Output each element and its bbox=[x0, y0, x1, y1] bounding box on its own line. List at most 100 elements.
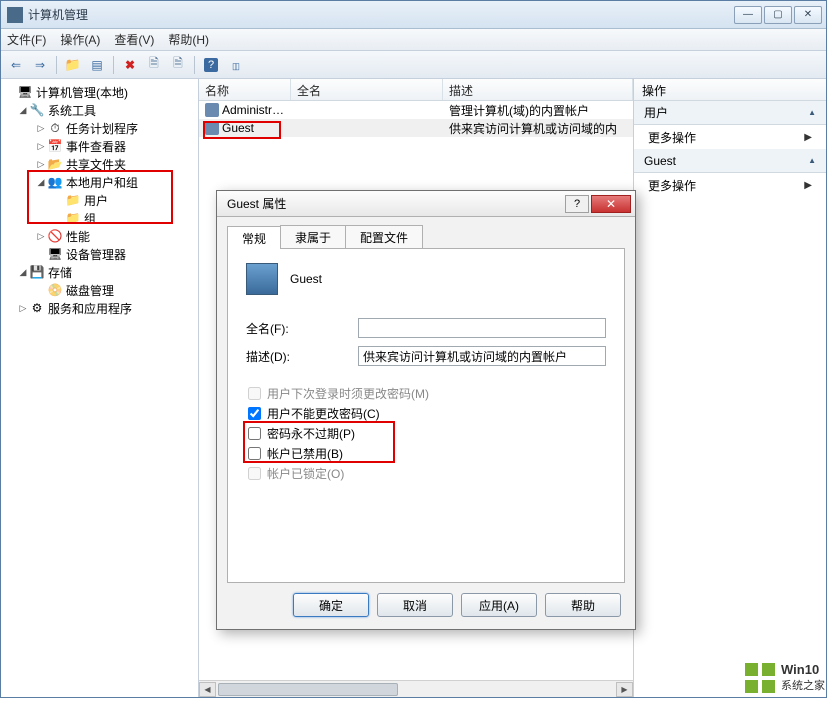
tree-label: 任务计划程序 bbox=[66, 120, 138, 137]
props-button[interactable] bbox=[86, 54, 108, 76]
user-icon bbox=[205, 103, 219, 117]
ok-button[interactable]: 确定 bbox=[293, 593, 369, 617]
dialog-titlebar: Guest 属性 ? ✕ bbox=[217, 191, 635, 217]
tree-label: 系统工具 bbox=[48, 102, 96, 119]
list-row-admin[interactable]: Administrat... 管理计算机(域)的内置帐户 bbox=[199, 101, 633, 119]
tree-perf[interactable]: ▷🚫性能 bbox=[3, 227, 196, 245]
menu-bar: 文件(F) 操作(A) 查看(V) 帮助(H) bbox=[1, 29, 826, 51]
checkbox[interactable] bbox=[248, 447, 261, 460]
menu-view[interactable]: 查看(V) bbox=[114, 31, 154, 48]
tree-systools[interactable]: ◢🔧系统工具 bbox=[3, 101, 196, 119]
actions-more-2[interactable]: 更多操作▶ bbox=[634, 173, 826, 197]
chk-must-change: 用户下次登录时须更改密码(M) bbox=[248, 383, 606, 403]
maximize-button[interactable]: ▢ bbox=[764, 6, 792, 24]
scroll-thumb[interactable] bbox=[218, 683, 398, 696]
dialog-title: Guest 属性 bbox=[227, 195, 565, 212]
up-button[interactable] bbox=[62, 54, 84, 76]
forward-button[interactable] bbox=[29, 54, 51, 76]
tree-services[interactable]: ▷⚙服务和应用程序 bbox=[3, 299, 196, 317]
h-scrollbar[interactable]: ◀ ▶ bbox=[199, 680, 633, 697]
back-button[interactable] bbox=[5, 54, 27, 76]
tree-label: 事件查看器 bbox=[66, 138, 126, 155]
apply-button[interactable]: 应用(A) bbox=[461, 593, 537, 617]
chk-label: 用户不能更改密码(C) bbox=[267, 405, 380, 422]
delete-icon bbox=[125, 58, 135, 72]
input-desc[interactable] bbox=[358, 346, 606, 366]
collapse-icon: ▲ bbox=[808, 156, 816, 165]
tree-devmgr[interactable]: 🖥设备管理器 bbox=[3, 245, 196, 263]
col-desc[interactable]: 描述 bbox=[443, 79, 633, 100]
columns-button[interactable] bbox=[224, 54, 246, 76]
list-icon bbox=[91, 58, 102, 72]
tree-tasksched[interactable]: ▷⏱任务计划程序 bbox=[3, 119, 196, 137]
actions-more-1[interactable]: 更多操作 ▶ bbox=[634, 125, 826, 149]
input-fullname[interactable] bbox=[358, 318, 606, 338]
col-fullname[interactable]: 全名 bbox=[291, 79, 443, 100]
help-button[interactable]: 帮助 bbox=[545, 593, 621, 617]
close-button[interactable]: ✕ bbox=[794, 6, 822, 24]
menu-file[interactable]: 文件(F) bbox=[7, 31, 46, 48]
tree-users[interactable]: 📁用户 bbox=[3, 191, 196, 209]
checkbox-group: 用户下次登录时须更改密码(M) 用户不能更改密码(C) 密码永不过期(P) 帐户… bbox=[246, 383, 606, 483]
tree-storage[interactable]: ◢💾存储 bbox=[3, 263, 196, 281]
tab-general[interactable]: 常规 bbox=[227, 226, 281, 249]
wm-line2: 系统之家 bbox=[781, 677, 825, 693]
watermark-text: Win10 系统之家 bbox=[781, 662, 825, 693]
label-fullname: 全名(F): bbox=[246, 320, 358, 337]
tree-shared[interactable]: ▷📂共享文件夹 bbox=[3, 155, 196, 173]
collapse-icon: ▲ bbox=[808, 108, 816, 117]
tree-label: 磁盘管理 bbox=[66, 282, 114, 299]
arrow-left-icon bbox=[11, 58, 21, 72]
separator bbox=[194, 56, 195, 74]
actions-group-guest[interactable]: Guest▲ bbox=[634, 149, 826, 173]
tree-eventviewer[interactable]: ▷📅事件查看器 bbox=[3, 137, 196, 155]
checkbox bbox=[248, 387, 261, 400]
chk-label: 密码永不过期(P) bbox=[267, 425, 355, 442]
user-icon bbox=[205, 121, 219, 135]
chk-cannot-change[interactable]: 用户不能更改密码(C) bbox=[248, 403, 606, 423]
cell-desc: 供来宾访问计算机或访问域的内 bbox=[443, 120, 633, 137]
actions-pane: 操作 用户▲ 更多操作▶ Guest▲ 更多操作▶ bbox=[633, 79, 826, 697]
user-avatar-icon bbox=[246, 263, 278, 295]
doc-button-2[interactable] bbox=[167, 54, 189, 76]
chk-never-expire[interactable]: 密码永不过期(P) bbox=[248, 423, 606, 443]
list-row-guest[interactable]: Guest 供来宾访问计算机或访问域的内 bbox=[199, 119, 633, 137]
dialog-close-button[interactable]: ✕ bbox=[591, 195, 631, 213]
tree-disk[interactable]: 📀磁盘管理 bbox=[3, 281, 196, 299]
tree-root[interactable]: 🖥计算机管理(本地) bbox=[3, 83, 196, 101]
action-label: 更多操作 bbox=[648, 129, 696, 146]
tab-member[interactable]: 隶属于 bbox=[280, 225, 346, 248]
tree-groups[interactable]: 📁组 bbox=[3, 209, 196, 227]
menu-action[interactable]: 操作(A) bbox=[60, 31, 100, 48]
toolbar bbox=[1, 51, 826, 79]
checkbox[interactable] bbox=[248, 407, 261, 420]
arrow-right-icon bbox=[35, 58, 45, 72]
checkbox[interactable] bbox=[248, 427, 261, 440]
scroll-track[interactable] bbox=[216, 682, 616, 697]
cell-name: Guest bbox=[222, 121, 254, 135]
tab-profile[interactable]: 配置文件 bbox=[345, 225, 423, 248]
doc-icon bbox=[149, 54, 159, 75]
chk-disabled[interactable]: 帐户已禁用(B) bbox=[248, 443, 606, 463]
scroll-left[interactable]: ◀ bbox=[199, 682, 216, 697]
tree-label: 用户 bbox=[84, 192, 108, 209]
doc-button[interactable] bbox=[143, 54, 165, 76]
dialog-help-button[interactable]: ? bbox=[565, 195, 589, 213]
actions-header: 操作 bbox=[634, 79, 826, 101]
delete-button[interactable] bbox=[119, 54, 141, 76]
watermark: Win10 系统之家 bbox=[745, 662, 825, 693]
help-button[interactable] bbox=[200, 54, 222, 76]
cell-name: Administrat... bbox=[222, 103, 291, 117]
dialog-buttons: 确定 取消 应用(A) 帮助 bbox=[227, 583, 625, 621]
arrow-icon: ▶ bbox=[804, 132, 812, 143]
cancel-button[interactable]: 取消 bbox=[377, 593, 453, 617]
tab-strip: 常规 隶属于 配置文件 bbox=[227, 225, 625, 249]
tree-root-label: 计算机管理(本地) bbox=[36, 84, 128, 101]
minimize-button[interactable]: — bbox=[734, 6, 762, 24]
tree-localusers[interactable]: ◢👥本地用户和组 bbox=[3, 173, 196, 191]
menu-help[interactable]: 帮助(H) bbox=[168, 31, 209, 48]
actions-group-users[interactable]: 用户▲ bbox=[634, 101, 826, 125]
scroll-right[interactable]: ▶ bbox=[616, 682, 633, 697]
col-name[interactable]: 名称 bbox=[199, 79, 291, 100]
checkbox bbox=[248, 467, 261, 480]
